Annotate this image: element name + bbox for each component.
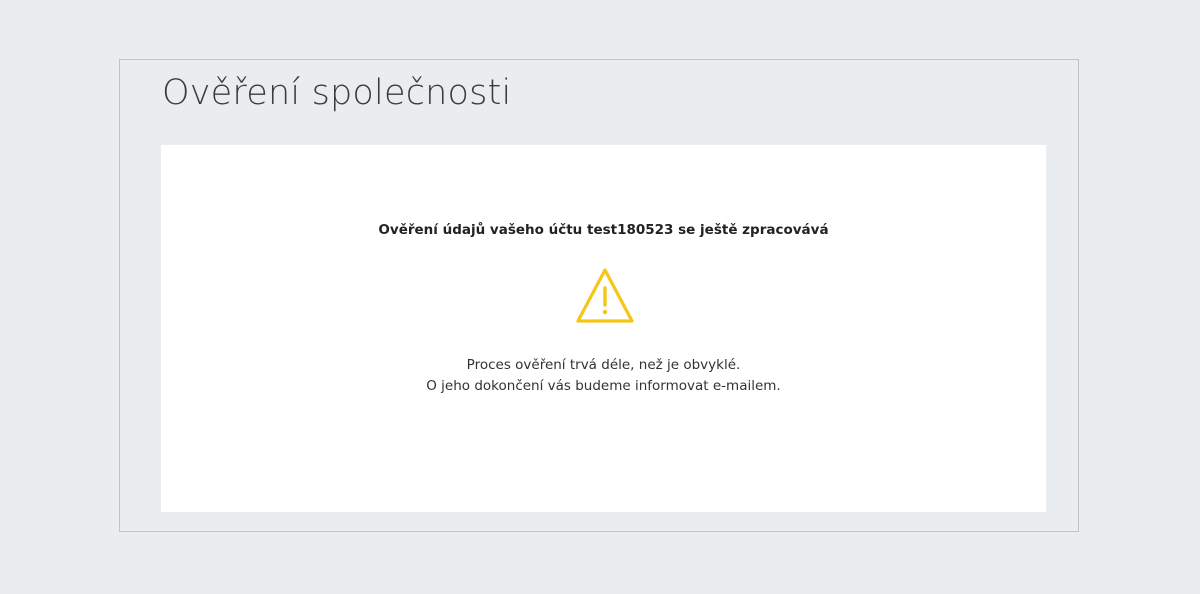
status-heading: Ověření údajů vašeho účtu test180523 se … xyxy=(378,222,829,238)
page: { "page": { "title": "Ověření společnost… xyxy=(0,0,1200,594)
verification-status-card: Ověření údajů vašeho účtu test180523 se … xyxy=(161,145,1046,512)
warning-triangle-icon xyxy=(575,267,635,325)
verification-panel: Ověření společnosti Ověření údajů vašeho… xyxy=(119,59,1079,532)
status-message-line-2: O jeho dokončení vás budeme informovat e… xyxy=(426,378,781,394)
page-title: Ověření společnosti xyxy=(162,73,512,113)
status-message-line-1: Proces ověření trvá déle, než je obvyklé… xyxy=(466,357,741,373)
status-message: Proces ověření trvá déle, než je obvyklé… xyxy=(161,355,1046,397)
